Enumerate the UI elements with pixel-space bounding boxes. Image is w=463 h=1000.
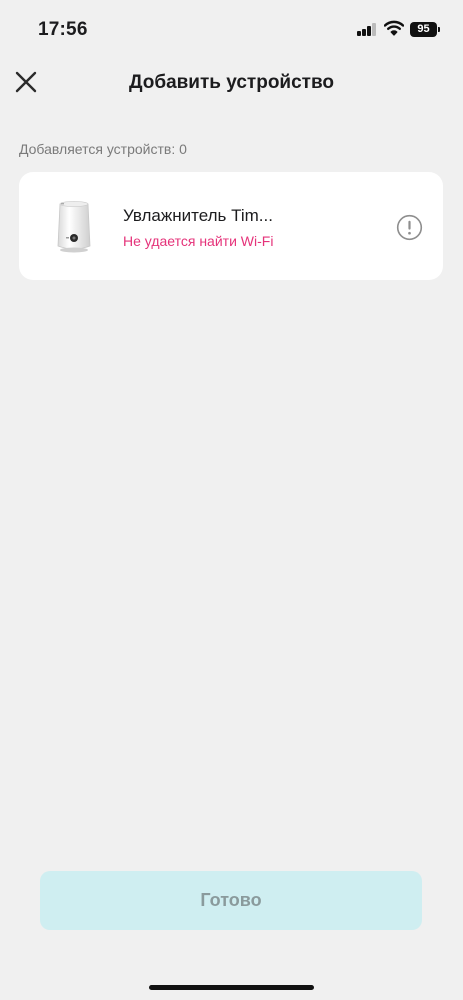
signal-icon xyxy=(357,23,377,36)
page-title: Добавить устройство xyxy=(128,72,335,93)
status-time: 17:56 xyxy=(38,19,88,40)
humidifier-image xyxy=(57,201,91,253)
wifi-icon xyxy=(384,20,404,36)
status-bar: 17:56 95 xyxy=(0,0,463,60)
battery-tip xyxy=(438,27,440,32)
devices-count-label: Добавляется устройств: 0 xyxy=(19,141,187,157)
device-card[interactable]: Увлажнитель Tim... Не удается найти Wi-F… xyxy=(19,172,443,280)
warning-button[interactable] xyxy=(396,214,423,241)
header: Добавить устройство xyxy=(0,60,463,106)
device-name: Увлажнитель Tim... xyxy=(123,206,273,225)
warning-icon xyxy=(396,214,423,241)
device-status: Не удается найти Wi-Fi xyxy=(123,233,274,249)
battery-icon: 95 xyxy=(410,22,437,37)
done-button[interactable]: Готово xyxy=(40,871,422,930)
home-indicator xyxy=(149,985,314,990)
